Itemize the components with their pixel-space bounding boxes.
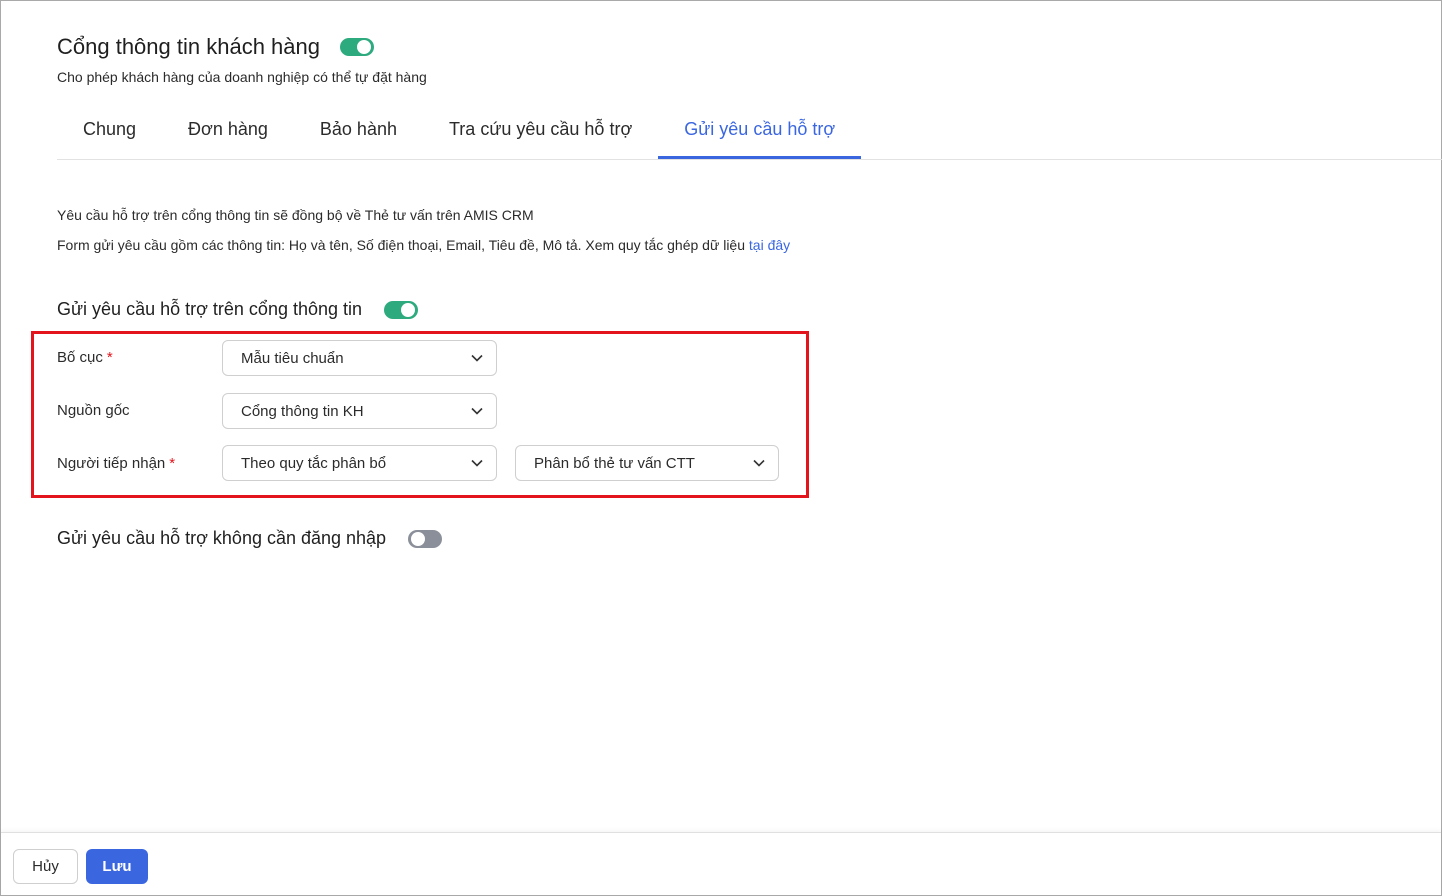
info-form-fields: Form gửi yêu cầu gồm các thông tin: Họ v… — [57, 237, 790, 253]
info-form-text: Form gửi yêu cầu gồm các thông tin: Họ v… — [57, 237, 745, 253]
receiver-select-value: Theo quy tắc phân bổ — [241, 454, 387, 472]
layout-select[interactable]: Mẫu tiêu chuẩn — [222, 340, 497, 376]
receiver-select[interactable]: Theo quy tắc phân bổ — [222, 445, 497, 481]
allocation-rule-value: Phân bổ thẻ tư vấn CTT — [534, 454, 695, 472]
tab-send-support[interactable]: Gửi yêu cầu hỗ trợ — [658, 100, 862, 159]
required-mark: * — [169, 455, 176, 472]
portal-enabled-toggle[interactable] — [339, 38, 374, 56]
save-button[interactable]: Lưu — [86, 849, 148, 884]
guest-support-toggle[interactable] — [408, 529, 443, 548]
rules-link[interactable]: tại đây — [749, 237, 790, 253]
portal-support-toggle[interactable] — [384, 300, 419, 319]
info-sync-text: Yêu cầu hỗ trợ trên cổng thông tin sẽ đồ… — [57, 207, 534, 223]
tab-warranty[interactable]: Bảo hành — [294, 100, 423, 159]
portal-support-section: Gửi yêu cầu hỗ trợ trên cổng thông tin — [57, 299, 419, 320]
receiver-label: Người tiếp nhận * — [57, 455, 175, 472]
chevron-down-icon — [470, 456, 484, 470]
layout-label-text: Bố cục — [57, 349, 103, 366]
tab-lookup-support[interactable]: Tra cứu yêu cầu hỗ trợ — [423, 100, 658, 159]
source-select[interactable]: Cổng thông tin KH — [222, 393, 497, 429]
layout-label: Bố cục * — [57, 349, 113, 366]
chevron-down-icon — [752, 456, 766, 470]
source-label-text: Nguồn gốc — [57, 402, 130, 419]
tab-general[interactable]: Chung — [57, 100, 162, 159]
toggle-knob — [401, 302, 416, 317]
page-subtitle: Cho phép khách hàng của doanh nghiệp có … — [57, 69, 427, 85]
chevron-down-icon — [470, 404, 484, 418]
allocation-rule-select[interactable]: Phân bổ thẻ tư vấn CTT — [515, 445, 779, 481]
toggle-knob — [411, 531, 426, 546]
portal-support-title: Gửi yêu cầu hỗ trợ trên cổng thông tin — [57, 299, 363, 319]
chevron-down-icon — [470, 351, 484, 365]
toggle-knob — [356, 40, 371, 54]
page-header: Cổng thông tin khách hàng — [57, 34, 374, 60]
source-select-value: Cổng thông tin KH — [241, 402, 364, 420]
source-label: Nguồn gốc — [57, 402, 130, 419]
required-mark: * — [106, 349, 113, 366]
footer-bar: Hủy Lưu — [1, 832, 1441, 895]
layout-select-value: Mẫu tiêu chuẩn — [241, 349, 344, 367]
tab-orders[interactable]: Đơn hàng — [162, 100, 294, 159]
tab-bar: Chung Đơn hàng Bảo hành Tra cứu yêu cầu … — [57, 100, 1442, 160]
guest-support-title: Gửi yêu cầu hỗ trợ không cần đăng nhập — [57, 528, 387, 548]
guest-support-section: Gửi yêu cầu hỗ trợ không cần đăng nhập — [57, 528, 443, 549]
page-title: Cổng thông tin khách hàng — [57, 34, 320, 59]
receiver-label-text: Người tiếp nhận — [57, 455, 166, 472]
cancel-button[interactable]: Hủy — [13, 849, 78, 884]
